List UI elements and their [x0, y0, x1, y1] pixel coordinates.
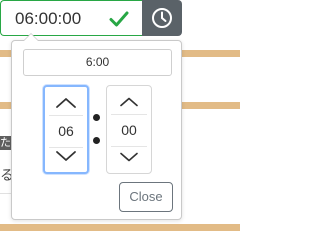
selected-time-display: 6:00	[23, 49, 172, 76]
colon-icon	[93, 114, 100, 121]
minutes-spinner[interactable]: 00	[106, 85, 152, 174]
close-button[interactable]: Close	[119, 182, 173, 212]
chevron-down-icon	[120, 152, 138, 162]
chevron-down-icon	[56, 151, 76, 161]
hours-increment-button[interactable]	[45, 89, 87, 117]
time-input-group: 06:00:00	[0, 0, 182, 36]
background-stripe	[0, 224, 240, 231]
chevron-up-icon	[120, 97, 138, 107]
hours-spinner[interactable]: 06	[43, 85, 89, 174]
clock-button[interactable]	[142, 0, 182, 36]
time-input-value: 06:00:00	[15, 9, 82, 28]
popover-arrow	[23, 33, 39, 41]
time-picker-popover: 6:00 06 00 Close	[11, 33, 182, 220]
chevron-up-icon	[56, 98, 76, 108]
hours-decrement-button[interactable]	[45, 142, 87, 170]
time-input[interactable]: 06:00:00	[0, 0, 142, 36]
clock-icon	[152, 8, 172, 28]
check-icon	[109, 11, 129, 27]
minutes-increment-button[interactable]	[107, 88, 151, 116]
colon-icon	[93, 137, 100, 144]
minutes-decrement-button[interactable]	[107, 143, 151, 171]
